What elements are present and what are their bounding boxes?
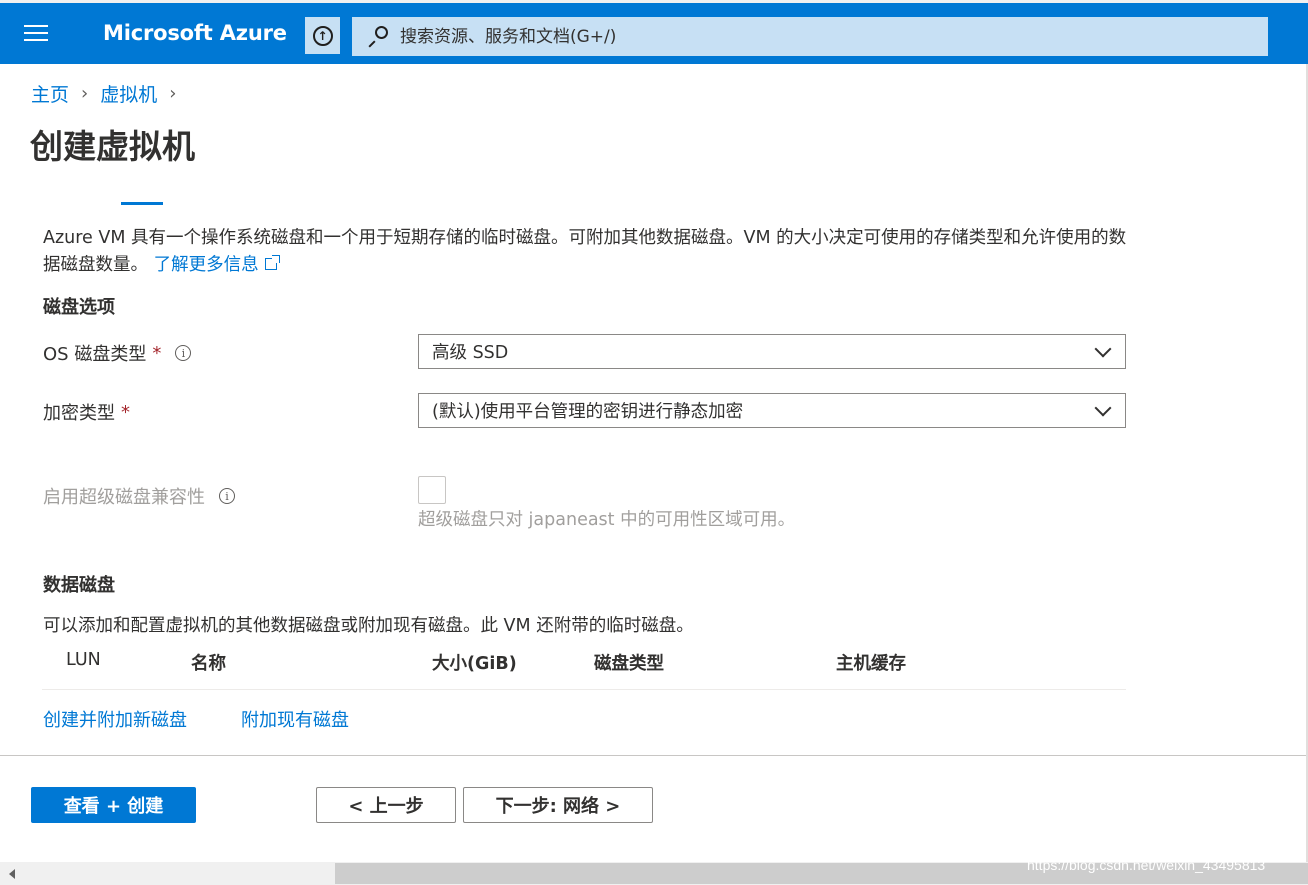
column-header-lun: LUN <box>66 650 101 670</box>
ultra-disk-label-text: 启用超级磁盘兼容性 <box>43 487 205 508</box>
os-disk-type-select[interactable]: 高级 SSD <box>418 334 1126 369</box>
breadcrumb: 主页 › 虚拟机 › <box>31 80 188 107</box>
column-header-disk-type: 磁盘类型 <box>594 654 664 674</box>
chevron-down-icon <box>1094 340 1112 357</box>
encryption-type-label-text: 加密类型 <box>43 403 115 424</box>
watermark: https://blog.csdn.net/weixin_43495813 <box>1027 857 1266 873</box>
review-create-button[interactable]: 查看 + 创建 <box>31 787 196 823</box>
upload-arrow-icon: ↑ <box>312 25 333 46</box>
ultra-disk-checkbox[interactable] <box>418 476 446 504</box>
active-tab-indicator <box>121 202 163 205</box>
cloud-shell-upload-button[interactable]: ↑ <box>305 17 340 54</box>
info-icon[interactable]: i <box>219 488 235 504</box>
column-header-host-caching: 主机缓存 <box>836 654 906 674</box>
brand-title[interactable]: Microsoft Azure <box>103 21 287 45</box>
table-divider <box>42 689 1126 690</box>
footer-divider <box>0 755 1308 756</box>
required-marker: * <box>152 342 162 364</box>
breadcrumb-home[interactable]: 主页 <box>31 80 69 107</box>
ultra-disk-label: 启用超级磁盘兼容性 i <box>43 483 235 509</box>
ultra-disk-hint: 超级磁盘只对 japaneast 中的可用性区域可用。 <box>418 510 796 530</box>
search-input[interactable] <box>398 25 1262 48</box>
disk-options-heading: 磁盘选项 <box>43 297 115 318</box>
encryption-type-select[interactable]: (默认)使用平台管理的密钥进行静态加密 <box>418 393 1126 428</box>
encryption-type-value: (默认)使用平台管理的密钥进行静态加密 <box>432 402 744 422</box>
top-bar: Microsoft Azure ↑ <box>0 0 1308 64</box>
attach-existing-disk-link[interactable]: 附加现有磁盘 <box>241 706 349 732</box>
previous-button[interactable]: < 上一步 <box>316 787 456 823</box>
global-search[interactable] <box>352 17 1268 56</box>
data-disks-description: 可以添加和配置虚拟机的其他数据磁盘或附加现有磁盘。此 VM 还附带的临时磁盘。 <box>43 616 694 636</box>
column-header-size: 大小(GiB) <box>432 654 517 674</box>
search-icon <box>366 25 388 48</box>
data-disks-heading: 数据磁盘 <box>43 575 115 596</box>
os-disk-type-label: OS 磁盘类型 * i <box>43 340 192 366</box>
os-disk-type-label-text: OS 磁盘类型 <box>43 344 147 365</box>
breadcrumb-virtual-machines[interactable]: 虚拟机 <box>100 80 157 107</box>
create-attach-disk-link[interactable]: 创建并附加新磁盘 <box>43 706 187 732</box>
next-networking-button[interactable]: 下一步: 网络 > <box>463 787 653 823</box>
scroll-left-arrow-icon[interactable] <box>9 869 15 879</box>
page-title: 创建虚拟机 <box>30 127 195 166</box>
info-icon[interactable]: i <box>175 345 192 361</box>
hamburger-menu-icon[interactable] <box>24 25 48 43</box>
chevron-right-icon: › <box>81 83 89 104</box>
required-marker: * <box>121 401 130 423</box>
chevron-right-icon: › <box>169 83 177 104</box>
learn-more-link[interactable]: 了解更多信息 <box>153 255 280 275</box>
os-disk-type-value: 高级 SSD <box>432 343 509 363</box>
external-link-icon <box>264 255 280 270</box>
learn-more-label: 了解更多信息 <box>153 255 259 275</box>
encryption-type-label: 加密类型 * <box>43 399 130 425</box>
chevron-down-icon <box>1094 399 1112 416</box>
disks-description: Azure VM 具有一个操作系统磁盘和一个用于短期存储的临时磁盘。可附加其他数… <box>43 225 1143 279</box>
column-header-name: 名称 <box>191 654 226 674</box>
